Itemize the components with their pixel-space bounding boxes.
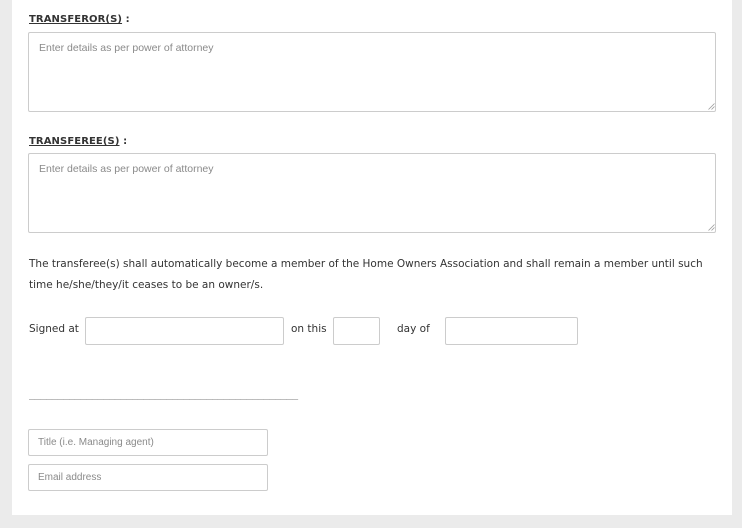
signed-day-input[interactable] (333, 317, 380, 345)
on-this-label: on this (291, 323, 327, 335)
signed-month-input[interactable] (445, 317, 578, 345)
transferors-label-text: TRANSFEROR(S) (29, 14, 123, 25)
transferors-label: TRANSFEROR(S) : (29, 14, 130, 25)
resize-handle-icon[interactable] (708, 224, 715, 231)
signature-line: ________________________________________… (29, 389, 298, 400)
resize-handle-icon[interactable] (708, 103, 715, 110)
membership-clause: The transferee(s) shall automatically be… (29, 258, 703, 291)
transferees-textarea[interactable] (28, 153, 716, 233)
transferors-textarea[interactable] (28, 32, 716, 112)
signed-at-place-input[interactable] (85, 317, 284, 345)
signed-at-label: Signed at (29, 323, 79, 335)
email-input[interactable] (28, 464, 268, 491)
form-card: TRANSFEROR(S) : TRANSFEREE(S) : The tran… (12, 0, 732, 515)
title-input[interactable] (28, 429, 268, 456)
transferees-label: TRANSFEREE(S) : (29, 136, 127, 147)
transferees-label-colon: : (119, 136, 128, 147)
transferors-label-colon: : (122, 14, 130, 25)
transferees-label-text: TRANSFEREE(S) (29, 136, 120, 147)
day-of-label: day of (397, 323, 430, 335)
